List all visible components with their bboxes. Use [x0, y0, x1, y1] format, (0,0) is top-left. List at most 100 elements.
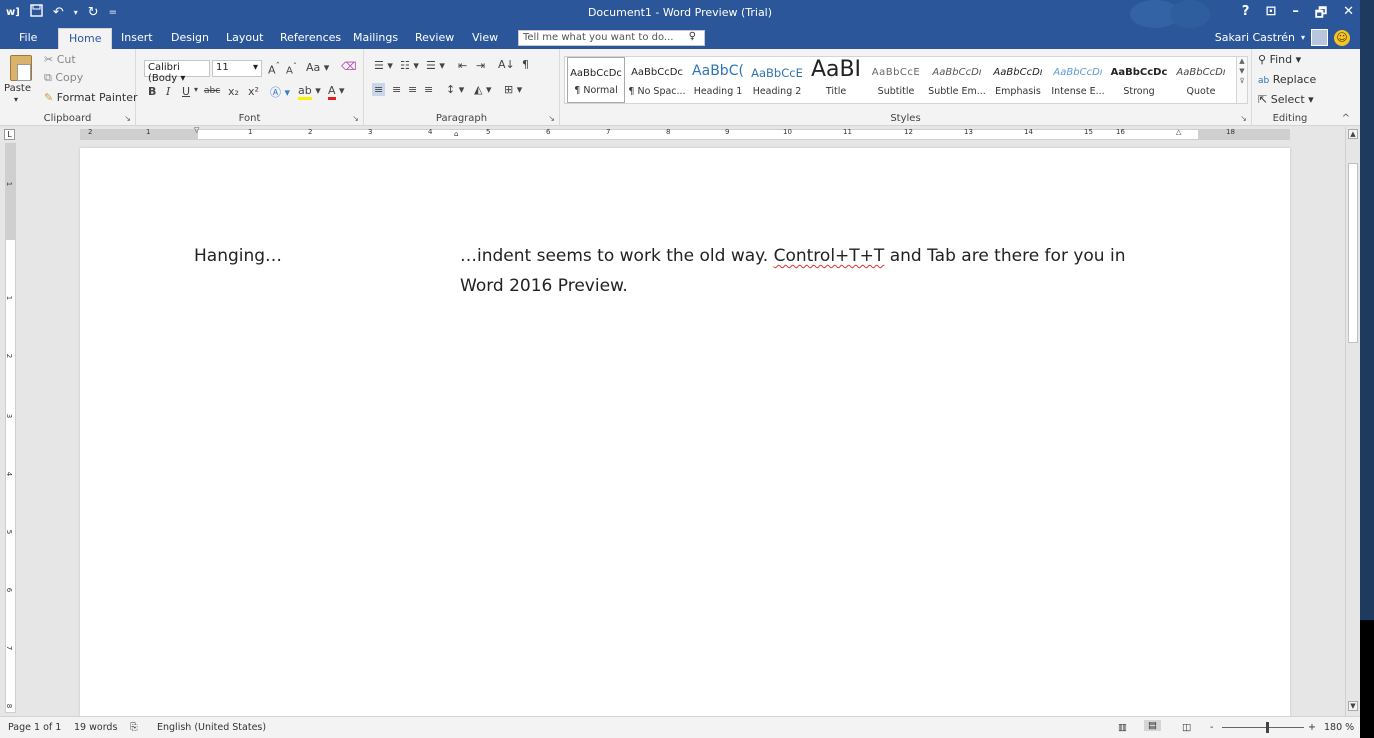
paste-icon[interactable] [10, 55, 32, 81]
paste-button[interactable]: Paste [4, 83, 31, 94]
style-heading-1[interactable]: AaBbC( Heading 1 [689, 57, 747, 103]
style-no-spacing[interactable]: AaBbCcDc ¶ No Spac... [627, 57, 687, 103]
font-name-box[interactable]: Calibri (Body ▾ [144, 60, 210, 84]
bold-button[interactable]: B [148, 85, 156, 98]
scroll-down-icon[interactable]: ▼ [1237, 67, 1247, 75]
dialog-launcher-icon[interactable]: ↘ [548, 114, 555, 123]
align-left-button[interactable]: ≡ [372, 83, 386, 96]
zoom-out-button[interactable]: - [1210, 722, 1213, 733]
shrink-font-button[interactable]: Aˇ [286, 61, 297, 76]
strikethrough-button[interactable]: abc [204, 86, 220, 96]
collapse-ribbon-icon[interactable]: ^ [1342, 113, 1350, 124]
style-heading-2[interactable]: AaBbCcE Heading 2 [749, 57, 805, 103]
dialog-launcher-icon[interactable]: ↘ [352, 114, 359, 123]
grow-font-button[interactable]: Aˆ [268, 61, 280, 77]
tab-selector[interactable]: L [4, 129, 15, 140]
style-subtitle[interactable]: AaBbCcE Subtitle [867, 57, 925, 103]
feedback-smiley-icon[interactable]: ☺ [1334, 29, 1350, 46]
dialog-launcher-icon[interactable]: ↘ [124, 114, 131, 123]
underline-button[interactable]: U [182, 85, 190, 98]
zoom-slider-thumb[interactable] [1266, 722, 1269, 733]
tab-home[interactable]: Home [58, 28, 113, 49]
borders-button[interactable]: ⊞ ▾ [504, 83, 522, 96]
select-button[interactable]: ⇱ Select ▾ [1258, 93, 1314, 106]
zoom-in-button[interactable]: + [1308, 722, 1316, 733]
shading-button[interactable]: ◭ ▾ [474, 83, 491, 96]
zoom-slider[interactable] [1222, 727, 1304, 728]
web-layout-icon[interactable]: ◫ [1182, 722, 1191, 733]
tab-file[interactable]: File [19, 31, 37, 44]
vertical-ruler[interactable]: 1 1 2 3 4 5 6 7 8 [5, 143, 16, 713]
scroll-down-icon[interactable]: ▼ [1348, 701, 1358, 711]
tab-review[interactable]: Review [415, 31, 454, 44]
proofing-icon[interactable]: ⎘ [130, 722, 138, 733]
zoom-level[interactable]: 180 % [1324, 722, 1354, 733]
style-emphasis[interactable]: AaBbCcDı Emphasis [989, 57, 1047, 103]
tab-design[interactable]: Design [171, 31, 209, 44]
format-painter-button[interactable]: ✎ Format Painter [44, 91, 138, 104]
hanging-indent-marker[interactable]: ⌂ [454, 130, 458, 138]
line-spacing-button[interactable]: ↕ ▾ [446, 83, 464, 96]
increase-indent-button[interactable]: ⇥ [476, 59, 485, 72]
dropdown-arrow-icon[interactable]: ▾ [194, 85, 198, 94]
horizontal-ruler[interactable]: 2 1 ▽ 1 2 3 4 ⌂ 5 6 7 8 9 10 11 12 13 14… [18, 126, 1345, 141]
style-subtle-emphasis[interactable]: AaBbCcDı Subtle Em... [927, 57, 987, 103]
tab-layout[interactable]: Layout [226, 31, 263, 44]
change-case-button[interactable]: Aa ▾ [306, 61, 329, 74]
copy-button[interactable]: ⧉ Copy [44, 71, 83, 85]
avatar[interactable] [1311, 29, 1328, 46]
styles-gallery-scroll[interactable]: ▲ ▼ ⊽ [1236, 56, 1248, 104]
document-page[interactable]: Hanging… …indent seems to work the old w… [80, 148, 1290, 716]
italic-button[interactable]: I [166, 85, 170, 98]
tab-view[interactable]: View [472, 31, 498, 44]
align-right-button[interactable]: ≡ [408, 83, 417, 96]
restore-button[interactable]: 🗗 [1315, 4, 1327, 26]
align-center-button[interactable]: ≡ [392, 83, 401, 96]
clear-formatting-icon[interactable]: ⌫ [341, 60, 357, 73]
find-button[interactable]: ⚲ Find ▾ [1258, 53, 1301, 66]
show-formatting-button[interactable]: ¶ [522, 58, 529, 71]
more-styles-icon[interactable]: ⊽ [1237, 77, 1247, 85]
style-quote[interactable]: AaBbCcDı Quote [1171, 57, 1231, 103]
vertical-scrollbar[interactable]: ▲ ▼ [1345, 127, 1360, 716]
word-count[interactable]: 19 words [74, 722, 117, 733]
style-title[interactable]: AaBI Title [807, 57, 865, 103]
highlight-color-button[interactable]: ab ▾ [298, 84, 321, 100]
sort-button[interactable]: A↓ [498, 58, 515, 71]
language[interactable]: English (United States) [157, 722, 266, 733]
style-normal[interactable]: AaBbCcDc ¶ Normal [567, 57, 625, 103]
font-color-button[interactable]: A ▾ [328, 84, 345, 100]
numbering-button[interactable]: ☷ ▾ [400, 59, 419, 72]
right-indent-marker[interactable]: △ [1176, 128, 1181, 136]
read-mode-icon[interactable]: ▥ [1118, 722, 1127, 733]
tab-insert[interactable]: Insert [121, 31, 153, 44]
scroll-up-icon[interactable]: ▲ [1237, 57, 1247, 65]
dialog-launcher-icon[interactable]: ↘ [1240, 114, 1247, 123]
user-account[interactable]: Sakari Castrén ▾ ☺ [1215, 29, 1350, 46]
page-count[interactable]: Page 1 of 1 [8, 722, 61, 733]
dropdown-arrow-icon[interactable]: ▾ [14, 95, 18, 104]
style-strong[interactable]: AaBbCcDc Strong [1109, 57, 1169, 103]
cut-button[interactable]: ✂ Cut [44, 53, 76, 66]
font-size-box[interactable]: 11 ▾ [212, 60, 262, 77]
superscript-button[interactable]: x² [248, 85, 259, 98]
decrease-indent-button[interactable]: ⇤ [458, 59, 467, 72]
close-button[interactable]: ✕ [1343, 4, 1354, 26]
replace-button[interactable]: ab Replace [1258, 73, 1316, 86]
multilevel-list-button[interactable]: ☰ ▾ [426, 59, 445, 72]
tab-mailings[interactable]: Mailings [353, 31, 398, 44]
justify-button[interactable]: ≡ [424, 83, 433, 96]
subscript-button[interactable]: x₂ [228, 85, 239, 98]
scrollbar-thumb[interactable] [1348, 163, 1358, 343]
style-intense-emphasis[interactable]: AaBbCcDı Intense E... [1049, 57, 1107, 103]
spelling-flagged-text[interactable]: Control+T+T [774, 246, 885, 266]
first-line-indent-marker[interactable]: ▽ [194, 126, 199, 134]
bullets-button[interactable]: ☰ ▾ [374, 59, 393, 72]
print-layout-icon[interactable]: ▤ [1144, 720, 1161, 731]
ribbon-display-options-button[interactable]: ⊡ [1265, 4, 1276, 26]
help-button[interactable]: ? [1242, 4, 1250, 26]
minimize-button[interactable]: – [1292, 4, 1299, 26]
text-effects-button[interactable]: Ⓐ ▾ [270, 84, 290, 100]
tab-references[interactable]: References [280, 31, 341, 44]
tell-me-input[interactable]: Tell me what you want to do... ♀ [518, 30, 705, 46]
